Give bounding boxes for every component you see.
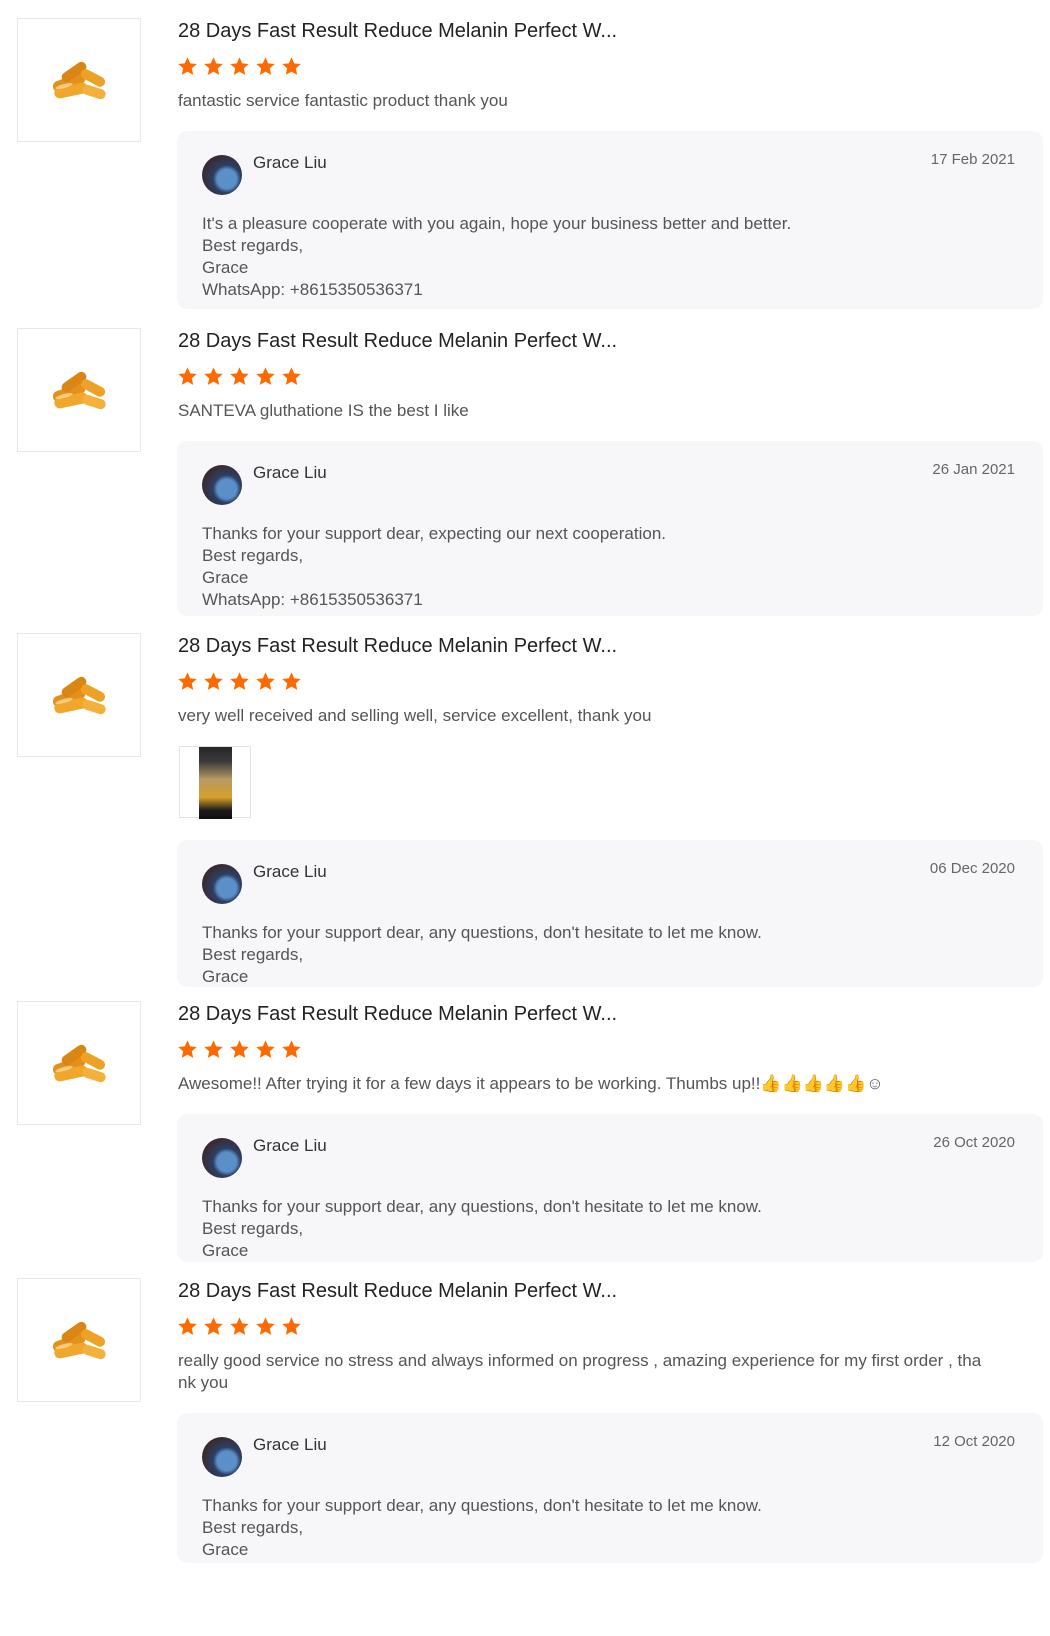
reply-text-line: Best regards, <box>202 1219 304 1238</box>
star-icon <box>256 672 275 690</box>
reply-text-line: Grace <box>202 967 249 986</box>
star-icon <box>256 367 275 385</box>
product-thumbnail[interactable] <box>17 1001 141 1125</box>
seller-reply: Grace Liu 17 Feb 2021 It's a pleasure co… <box>177 131 1043 309</box>
product-thumbnail[interactable] <box>17 18 141 142</box>
star-icon <box>178 1317 197 1335</box>
star-icon <box>282 1040 301 1058</box>
reply-date: 17 Feb 2021 <box>930 151 1015 168</box>
reply-text-line: Thanks for your support dear, any questi… <box>202 1496 762 1515</box>
star-icon <box>230 57 249 75</box>
star-rating <box>177 671 302 692</box>
reply-author-name: Grace Liu <box>253 1435 327 1454</box>
reply-author-name: Grace Liu <box>253 862 327 881</box>
review-comment: SANTEVA gluthatione IS the best I like <box>178 401 469 420</box>
star-rating <box>177 1316 302 1337</box>
capsule-product-icon <box>52 1044 106 1083</box>
star-icon <box>204 672 223 690</box>
reply-text-line: Grace <box>202 258 249 277</box>
reply-text-line: Best regards, <box>202 236 304 255</box>
review-photo-thumbnail[interactable] <box>179 746 251 819</box>
star-icon <box>230 367 249 385</box>
star-icon <box>204 57 223 75</box>
product-title[interactable]: 28 Days Fast Result Reduce Melanin Perfe… <box>178 20 617 43</box>
avatar <box>202 1138 242 1178</box>
product-thumbnail[interactable] <box>17 1278 141 1402</box>
star-icon <box>204 1317 223 1335</box>
star-icon <box>178 57 197 75</box>
reply-text-line: Grace <box>202 1540 249 1559</box>
star-icon <box>282 57 301 75</box>
reply-date: 06 Dec 2020 <box>929 860 1015 877</box>
reply-date: 26 Oct 2020 <box>933 1134 1015 1151</box>
seller-reply: Grace Liu 26 Jan 2021 Thanks for your su… <box>177 441 1043 616</box>
reply-date: 26 Jan 2021 <box>932 461 1015 478</box>
star-icon <box>256 1317 275 1335</box>
review-comment: very well received and selling well, ser… <box>178 706 652 725</box>
star-icon <box>282 1317 301 1335</box>
reply-text-line: WhatsApp: +8615350536371 <box>202 280 423 299</box>
star-rating <box>177 366 302 387</box>
star-icon <box>230 1040 249 1058</box>
capsule-product-icon <box>52 1321 106 1360</box>
reply-text-line: It's a pleasure cooperate with you again… <box>202 214 792 233</box>
reply-text-line: Best regards, <box>202 546 304 565</box>
reply-body: Thanks for your support dear, any questi… <box>202 922 1002 988</box>
reply-text-line: Thanks for your support dear, any questi… <box>202 923 762 942</box>
star-icon <box>230 672 249 690</box>
star-rating <box>177 1039 302 1060</box>
star-icon <box>204 1040 223 1058</box>
reply-date: 12 Oct 2020 <box>933 1433 1015 1450</box>
capsule-product-icon <box>52 61 106 100</box>
review-photo-image <box>199 747 232 819</box>
product-thumbnail[interactable] <box>17 633 141 757</box>
seller-reply: Grace Liu 26 Oct 2020 Thanks for your su… <box>177 1114 1043 1262</box>
star-icon <box>256 57 275 75</box>
star-icon <box>204 367 223 385</box>
capsule-product-icon <box>52 371 106 410</box>
reply-author-name: Grace Liu <box>253 463 327 482</box>
reply-text-line: WhatsApp: +8615350536371 <box>202 590 423 609</box>
avatar <box>202 864 242 904</box>
reply-body: Thanks for your support dear, any questi… <box>202 1495 1002 1561</box>
star-icon <box>178 367 197 385</box>
reply-author-name: Grace Liu <box>253 153 327 172</box>
review-comment: fantastic service fantastic product than… <box>178 91 508 110</box>
star-icon <box>178 1040 197 1058</box>
reply-text-line: Best regards, <box>202 1518 304 1537</box>
star-icon <box>282 367 301 385</box>
product-title[interactable]: 28 Days Fast Result Reduce Melanin Perfe… <box>178 635 617 658</box>
product-title[interactable]: 28 Days Fast Result Reduce Melanin Perfe… <box>178 1280 617 1303</box>
star-icon <box>282 672 301 690</box>
star-rating <box>177 56 302 77</box>
star-icon <box>178 672 197 690</box>
reply-text-line: Grace <box>202 568 249 587</box>
reply-text-line: Grace <box>202 1241 249 1260</box>
seller-reply: Grace Liu 06 Dec 2020 Thanks for your su… <box>177 840 1043 987</box>
avatar <box>202 155 242 195</box>
reply-body: Thanks for your support dear, any questi… <box>202 1196 1002 1262</box>
review-comment: really good service no stress and always… <box>178 1351 982 1392</box>
product-thumbnail[interactable] <box>17 328 141 452</box>
seller-reply: Grace Liu 12 Oct 2020 Thanks for your su… <box>177 1413 1043 1563</box>
product-title[interactable]: 28 Days Fast Result Reduce Melanin Perfe… <box>178 1003 617 1026</box>
star-icon <box>230 1317 249 1335</box>
review-comment: Awesome!! After trying it for a few days… <box>178 1074 884 1093</box>
avatar <box>202 465 242 505</box>
capsule-product-icon <box>52 676 106 715</box>
reply-body: It's a pleasure cooperate with you again… <box>202 213 1002 301</box>
reply-text-line: Thanks for your support dear, any questi… <box>202 1197 762 1216</box>
product-title[interactable]: 28 Days Fast Result Reduce Melanin Perfe… <box>178 330 617 353</box>
avatar <box>202 1437 242 1477</box>
reply-author-name: Grace Liu <box>253 1136 327 1155</box>
reply-text-line: Best regards, <box>202 945 304 964</box>
reply-text-line: Thanks for your support dear, expecting … <box>202 524 666 543</box>
star-icon <box>256 1040 275 1058</box>
reply-body: Thanks for your support dear, expecting … <box>202 523 1002 611</box>
